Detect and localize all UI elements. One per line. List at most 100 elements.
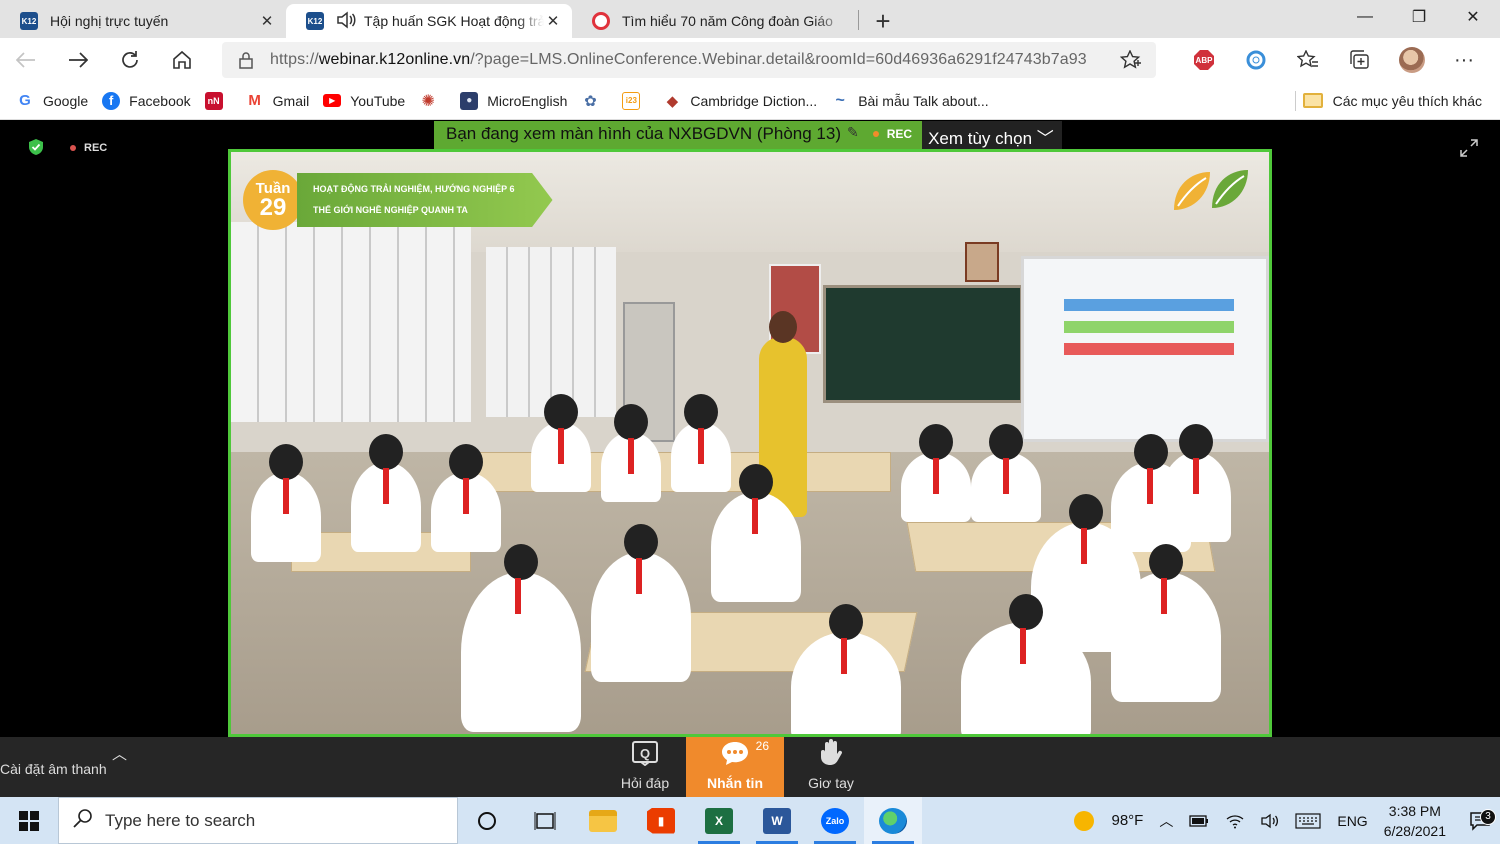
extension-ring-icon[interactable]: [1230, 40, 1282, 80]
taskbar-file-explorer[interactable]: [574, 797, 632, 844]
wifi-icon[interactable]: [1225, 813, 1245, 829]
tab-title: Tập huấn SGK Hoạt động trải: [364, 13, 544, 29]
chat-button[interactable]: 26 Nhắn tin: [686, 737, 784, 797]
taskbar-edge[interactable]: [864, 797, 922, 844]
lesson-title-badge: Tuần 29 HOẠT ĐỘNG TRẢI NGHIỆM, HƯỚNG NGH…: [243, 170, 553, 230]
audio-settings-button[interactable]: Cài đặt âm thanh: [0, 761, 107, 777]
hand-icon: [818, 738, 844, 769]
publisher-logo: [1171, 168, 1251, 212]
taskbar-search-input[interactable]: Type here to search: [58, 797, 458, 844]
speaker-icon[interactable]: [336, 10, 358, 32]
tab-tap-huan[interactable]: K12 Tập huấn SGK Hoạt động trải ✕: [286, 4, 572, 38]
bookmark-google[interactable]: G Google: [16, 92, 88, 110]
tab-cong-doan[interactable]: Tìm hiểu 70 năm Công đoàn Giáo: [572, 4, 858, 38]
search-icon: [73, 808, 93, 833]
tab-hoi-nghi[interactable]: K12 Hội nghị trực tuyến ✕: [0, 4, 286, 38]
gmail-icon: M: [248, 92, 261, 109]
bookmark-talk-about[interactable]: ~ Bài mẫu Talk about...: [831, 92, 989, 110]
tab-separator: [858, 10, 859, 30]
classroom-video-frame: Tuần 29 HOẠT ĐỘNG TRẢI NGHIỆM, HƯỚNG NGH…: [231, 152, 1269, 734]
bookmark-nn[interactable]: nN: [204, 91, 232, 110]
close-window-icon[interactable]: ✕: [1446, 0, 1500, 34]
lock-icon[interactable]: [222, 51, 270, 69]
qa-icon: Q: [631, 740, 659, 769]
fullscreen-icon[interactable]: [1460, 139, 1478, 162]
task-view-icon: [534, 811, 556, 830]
edge-icon: [879, 807, 907, 834]
adblock-icon[interactable]: ABP: [1178, 40, 1230, 80]
shield-check-icon: [28, 138, 44, 161]
raise-hand-button[interactable]: Giơ tay: [782, 737, 880, 797]
mic-muted-icon: ✎: [847, 124, 859, 140]
taskbar-zalo[interactable]: Zalo: [806, 797, 864, 844]
excel-icon: X: [705, 807, 733, 834]
tab-title: Hội nghị trực tuyến: [50, 13, 169, 29]
k12-logo-icon: K12: [306, 12, 324, 30]
close-tab-icon[interactable]: ✕: [258, 12, 276, 30]
weather-sun-icon[interactable]: [1073, 810, 1094, 831]
system-tray: 98°F ︿ ENG 3:38 PM 6/28/2021 3: [1073, 797, 1500, 844]
home-button[interactable]: [156, 40, 208, 80]
puzzle-icon: ✿: [584, 92, 597, 110]
start-button[interactable]: [0, 797, 58, 844]
add-favorite-icon[interactable]: [1119, 49, 1142, 75]
shared-video[interactable]: Tuần 29 HOẠT ĐỘNG TRẢI NGHIỆM, HƯỚNG NGH…: [228, 149, 1272, 737]
bookmark-other-favorites[interactable]: Các mục yêu thích khác: [1302, 93, 1482, 109]
taskbar-excel[interactable]: X: [690, 797, 748, 844]
minimize-icon[interactable]: —: [1338, 0, 1392, 34]
cortana-button[interactable]: [458, 797, 516, 844]
volume-icon[interactable]: [1261, 813, 1279, 829]
restore-icon[interactable]: ❐: [1392, 0, 1446, 34]
bookmark-globe[interactable]: ✺: [419, 92, 446, 110]
office-icon: ▮: [647, 807, 675, 834]
toolbar-extensions: ABP ···: [1178, 38, 1490, 82]
cambridge-icon: ◆: [666, 92, 679, 110]
refresh-button[interactable]: [104, 40, 156, 80]
more-menu-icon[interactable]: ···: [1438, 40, 1490, 80]
nn-icon: nN: [204, 91, 223, 110]
avatar[interactable]: [1386, 40, 1438, 80]
webinar-stage: REC Bạn đang xem màn hình của NXBGDVN (P…: [0, 121, 1500, 737]
task-view-button[interactable]: [516, 797, 574, 844]
taskbar-office[interactable]: ▮: [632, 797, 690, 844]
bookmark-puzzle[interactable]: ✿: [581, 92, 608, 110]
language-indicator[interactable]: ENG: [1337, 813, 1367, 829]
new-tab-button[interactable]: +: [863, 4, 903, 38]
bookmark-cambridge[interactable]: ◆ Cambridge Diction...: [663, 92, 818, 110]
youtube-icon: ▶: [323, 94, 342, 107]
lesson-ribbon: HOẠT ĐỘNG TRẢI NGHIỆM, HƯỚNG NGHIỆP 6 TH…: [297, 173, 553, 227]
windows-icon: [19, 810, 39, 831]
notification-center-button[interactable]: 3: [1460, 808, 1500, 831]
bookmark-microenglish[interactable]: ● MicroEnglish: [460, 91, 567, 110]
bookmarks-bar: G Google f Facebook nN M Gmail ▶ YouTube ✺ ●…: [0, 82, 1500, 120]
bookmark-i23[interactable]: i23: [622, 91, 649, 110]
qa-button[interactable]: Q Hỏi đáp: [596, 737, 694, 797]
weather-temperature[interactable]: 98°F: [1112, 812, 1144, 829]
caret-up-icon[interactable]: ︿: [112, 743, 127, 764]
keyboard-icon[interactable]: [1295, 812, 1321, 829]
address-bar[interactable]: https://webinar.k12online.vn/?page=LMS.O…: [222, 42, 1156, 78]
bookmark-gmail[interactable]: M Gmail: [246, 92, 309, 110]
forward-button[interactable]: [52, 40, 104, 80]
clock[interactable]: 3:38 PM 6/28/2021: [1384, 801, 1446, 841]
url-text: https://webinar.k12online.vn/?page=LMS.O…: [270, 51, 1087, 68]
tab-strip: K12 Hội nghị trực tuyến ✕ K12 Tập huấn S…: [0, 0, 1500, 38]
notification-count-badge: 3: [1480, 808, 1496, 825]
week-badge: Tuần 29: [243, 170, 303, 230]
battery-icon[interactable]: [1189, 814, 1209, 827]
rec-dot-icon: [872, 131, 879, 137]
chat-count-badge: 26: [755, 739, 769, 753]
show-hidden-icons[interactable]: ︿: [1159, 811, 1173, 831]
back-button[interactable]: [0, 40, 52, 80]
close-tab-icon[interactable]: ✕: [544, 12, 562, 30]
bookmark-youtube[interactable]: ▶ YouTube: [323, 93, 405, 109]
k12-logo-icon: K12: [20, 12, 38, 30]
collections-icon[interactable]: [1334, 40, 1386, 80]
bookmark-facebook[interactable]: f Facebook: [102, 91, 191, 110]
window-controls: — ❐ ✕: [1338, 0, 1500, 34]
view-options-button[interactable]: Xem tùy chọn ﹀: [922, 121, 1062, 149]
browser-toolbar: https://webinar.k12online.vn/?page=LMS.O…: [0, 38, 1500, 82]
cortana-icon: [478, 811, 496, 830]
taskbar-word[interactable]: W: [748, 797, 806, 844]
favorites-icon[interactable]: [1282, 40, 1334, 80]
